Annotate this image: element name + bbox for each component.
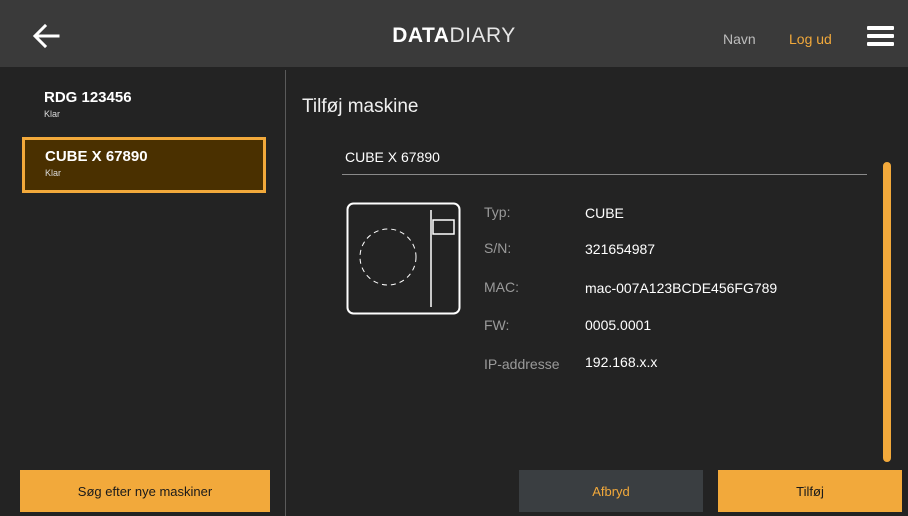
search-new-machines-button[interactable]: Søg efter nye maskiner: [20, 470, 270, 512]
machine-item-name: RDG 123456: [44, 89, 132, 106]
hamburger-menu-icon[interactable]: [867, 26, 894, 46]
page-title: Tilføj maskine: [302, 96, 419, 117]
sidebar-divider: [285, 70, 286, 516]
spec-label-serial: S/N:: [484, 240, 512, 256]
machine-item-status: Klar: [44, 109, 61, 119]
spec-label-ip: IP-addresse: [484, 356, 560, 372]
spec-value-fw: 0005.0001: [585, 317, 652, 333]
spec-label-mac: MAC:: [484, 279, 519, 295]
scrollbar[interactable]: [883, 162, 891, 462]
spec-value-serial: 321654987: [585, 241, 656, 257]
spec-label-type: Typ:: [484, 204, 511, 220]
spec-label-fw: FW:: [484, 317, 510, 333]
logo-light-text: DIARY: [449, 24, 516, 47]
logo-bold-text: DATA: [392, 24, 450, 47]
name-underline: [342, 174, 867, 175]
user-name: Navn: [723, 31, 756, 47]
spec-value-type: CUBE: [585, 205, 624, 221]
spec-value-ip: 192.168.x.x: [585, 354, 658, 370]
add-button[interactable]: Tilføj: [718, 470, 902, 512]
machine-list-item-selected[interactable]: CUBE X 67890 Klar: [22, 137, 266, 193]
app-logo: DATADIARY: [0, 24, 908, 48]
washing-machine-icon: [346, 202, 461, 315]
top-bar: DATADIARY Navn Log ud: [0, 0, 908, 67]
logout-link[interactable]: Log ud: [789, 31, 832, 47]
machine-list-item[interactable]: RDG 123456 Klar: [22, 80, 266, 136]
cancel-button[interactable]: Afbryd: [519, 470, 703, 512]
machine-item-name: CUBE X 67890: [45, 148, 148, 165]
machine-name-field[interactable]: CUBE X 67890: [345, 149, 440, 165]
machine-item-status: Klar: [45, 168, 62, 178]
spec-value-mac: mac-007A123BCDE456FG789: [585, 280, 778, 296]
